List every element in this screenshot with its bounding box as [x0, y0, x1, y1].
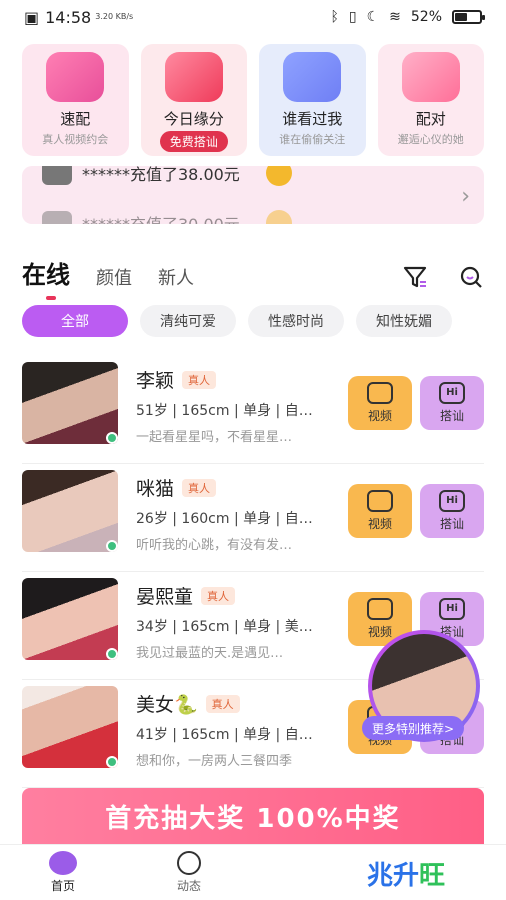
tab-bar: 在线 颜值 新人 — [22, 250, 484, 300]
bluetooth-icon: ᛒ — [330, 9, 339, 25]
ticker-text: ******充值了38.00元 — [82, 166, 240, 184]
online-dot — [106, 648, 118, 660]
tab-looks[interactable]: 颜值 — [96, 264, 132, 290]
feature-subtitle: 谁在偷偷关注 — [279, 133, 346, 146]
ticker-text: ******充值了30.00元 — [82, 211, 240, 224]
verified-badge: 真人 — [182, 478, 217, 497]
user-info: 34岁 | 165cm | 单身 | 美… — [136, 619, 313, 635]
chip-pure-cute[interactable]: 清纯可爱 — [140, 305, 236, 337]
chevron-right-icon[interactable]: › — [461, 184, 470, 209]
user-name: 咪猫 — [136, 478, 175, 500]
list-item[interactable]: 李颖 真人 51岁 | 165cm | 单身 | 自… 一起看星星吗，不看星星… … — [22, 356, 484, 464]
online-dot — [106, 540, 118, 552]
hi-icon: Hi — [439, 490, 465, 512]
feature-title: 速配 — [60, 110, 91, 128]
coin-icon — [265, 210, 292, 224]
verified-badge: 真人 — [201, 586, 236, 605]
chip-all[interactable]: 全部 — [22, 305, 128, 337]
list-item[interactable]: 咪猫 真人 26岁 | 160cm | 单身 | 自… 听听我的心跳，有没有发… … — [22, 464, 484, 572]
feature-title: 谁看过我 — [282, 110, 343, 128]
battery-percent: 52% — [410, 9, 442, 25]
feature-today-fate[interactable]: 今日缘分 免费搭讪 — [140, 44, 247, 156]
app-page: ▣ 14:58 3.20 KB/s ᛒ ▯ ☾ ≋ 52% 速配 真人视频约会 … — [0, 0, 506, 900]
chip-sexy-fashion[interactable]: 性感时尚 — [248, 305, 344, 337]
video-call-button[interactable]: 视频 — [348, 376, 412, 430]
nav-feed[interactable]: 动态 — [126, 845, 252, 900]
avatar — [42, 211, 72, 224]
online-dot — [106, 432, 118, 444]
winged-heart-icon — [164, 52, 223, 102]
notification-icon: ▣ — [24, 7, 40, 27]
online-dot — [106, 756, 118, 768]
hi-icon: Hi — [439, 598, 465, 620]
verified-badge: 真人 — [182, 370, 217, 389]
more-recommend-button[interactable]: 更多特别推荐> — [362, 716, 465, 740]
user-info: 26岁 | 160cm | 单身 | 自… — [136, 511, 313, 527]
avatar[interactable] — [22, 470, 118, 552]
coin-icon — [265, 166, 292, 186]
avatar[interactable] — [22, 362, 118, 444]
tab-newcomers[interactable]: 新人 — [158, 264, 194, 290]
chip-intellectual[interactable]: 知性妩媚 — [356, 305, 452, 337]
avatar[interactable] — [22, 578, 118, 660]
user-name: 美女🐍 — [136, 694, 198, 716]
user-name: 晏熙童 — [136, 586, 194, 608]
feature-who-viewed-me[interactable]: 谁看过我 谁在偷偷关注 — [259, 44, 366, 156]
hi-icon: Hi — [439, 382, 465, 404]
user-bio: 一起看星星吗，不看星星… — [136, 430, 293, 445]
user-info: 51岁 | 165cm | 单身 | 自… — [136, 403, 313, 419]
user-bio: 我见过最蓝的天.是遇见… — [136, 646, 284, 661]
network-speed: 3.20 KB/s — [95, 12, 134, 21]
feature-subtitle: 邂逅心仪的她 — [397, 133, 464, 146]
recharge-ticker[interactable]: ******充值了38.00元 ******充值了30.00元 › — [22, 166, 484, 224]
chat-up-button[interactable]: Hi搭讪 — [420, 376, 484, 430]
moon-icon: ☾ — [366, 9, 380, 25]
feature-quick-match[interactable]: 速配 真人视频约会 — [22, 44, 129, 156]
category-chips: 全部 清纯可爱 性感时尚 知性妩媚 — [22, 305, 506, 337]
compass-icon — [177, 851, 201, 875]
watermark-logo: 兆升旺 — [306, 848, 506, 898]
user-name: 李颖 — [136, 370, 175, 392]
tab-online[interactable]: 在线 — [22, 255, 70, 300]
video-camera-icon — [46, 52, 105, 102]
avatar[interactable] — [22, 686, 118, 768]
notebook-heart-icon — [283, 52, 342, 102]
promo-banner[interactable]: 首充抽大奖 100%中奖 — [22, 788, 484, 844]
feature-subtitle: 真人视频约会 — [42, 133, 109, 146]
video-icon — [367, 490, 393, 512]
heart-home-icon — [49, 851, 77, 875]
video-icon — [367, 382, 393, 404]
nav-home[interactable]: 首页 — [0, 845, 126, 900]
clock: 14:58 — [45, 7, 92, 27]
feature-cards: 速配 真人视频约会 今日缘分 免费搭讪 谁看过我 谁在偷偷关注 配对 邂逅心仪的… — [22, 44, 484, 156]
user-bio: 听听我的心跳，有没有发… — [136, 538, 293, 553]
user-bio: 想和你，一房两人三餐四季 — [136, 754, 293, 769]
feature-title: 今日缘分 — [163, 110, 224, 128]
chat-up-button[interactable]: Hi搭讪 — [420, 484, 484, 538]
status-bar: ▣ 14:58 3.20 KB/s ᛒ ▯ ☾ ≋ 52% — [0, 0, 506, 34]
search-icon[interactable] — [458, 264, 484, 290]
double-heart-icon — [401, 52, 460, 102]
free-chat-badge[interactable]: 免费搭讪 — [159, 131, 228, 152]
video-call-button[interactable]: 视频 — [348, 484, 412, 538]
wifi-icon: ≋ — [389, 9, 401, 25]
vibrate-icon: ▯ — [348, 9, 357, 25]
video-icon — [367, 598, 393, 620]
battery-icon — [452, 10, 485, 24]
avatar — [42, 166, 72, 185]
user-info: 41岁 | 165cm | 单身 | 自… — [136, 727, 313, 743]
feature-title: 配对 — [415, 110, 446, 128]
feature-pairing[interactable]: 配对 邂逅心仪的她 — [377, 44, 484, 156]
filter-icon[interactable] — [402, 264, 428, 290]
verified-badge: 真人 — [205, 694, 240, 713]
